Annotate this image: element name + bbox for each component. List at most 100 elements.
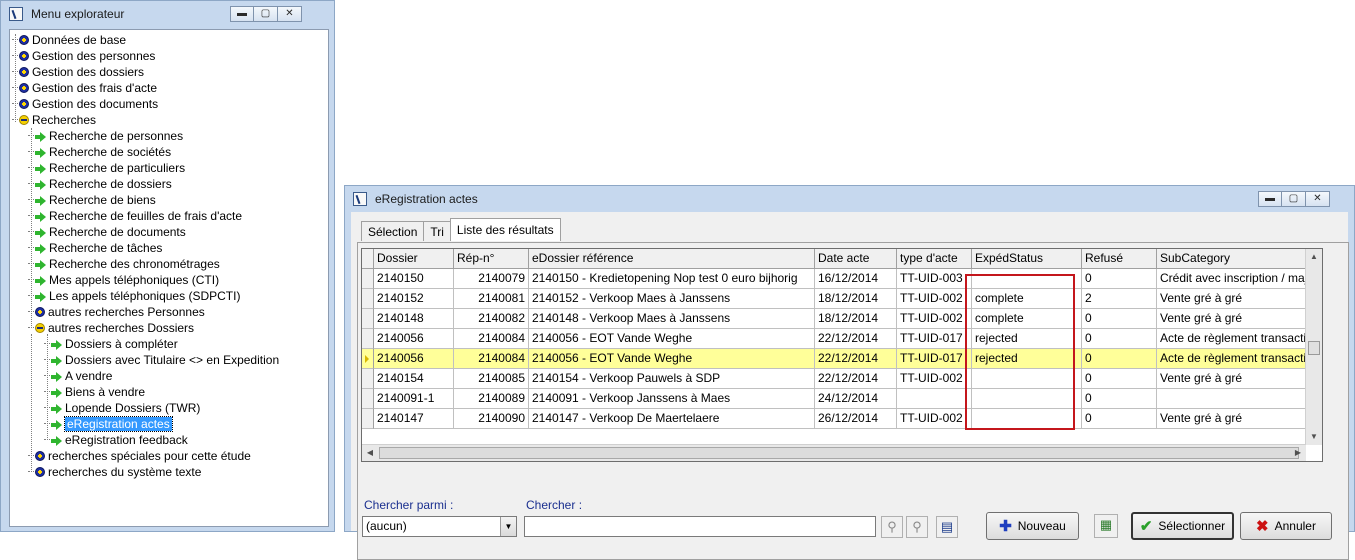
table-cell: 22/12/2014 xyxy=(815,349,897,369)
export-excel-icon[interactable]: ▦ xyxy=(1094,514,1118,538)
eregistration-titlebar[interactable]: eRegistration actes ▬ ▢ ✕ xyxy=(351,190,1346,210)
table-cell: 2140091-1 xyxy=(374,389,454,409)
column-header[interactable]: Refusé xyxy=(1082,249,1157,269)
table-row[interactable]: 2140148 2140082 2140148 - Verkoop Maes à J… xyxy=(362,309,1322,329)
tree-item[interactable]: Recherche de tâches xyxy=(28,240,162,256)
plus-icon[interactable] xyxy=(35,451,45,461)
plus-icon[interactable] xyxy=(19,67,29,77)
horizontal-scrollbar[interactable]: ◀ ▶ xyxy=(362,444,1306,461)
tree-connector xyxy=(44,375,50,377)
new-button[interactable]: ✚ Nouveau xyxy=(986,512,1079,540)
tree-item[interactable]: eRegistration feedback xyxy=(44,432,188,448)
tree-item[interactable]: Les appels téléphoniques (SDPCTI) xyxy=(28,288,240,304)
tree-item[interactable]: autres recherches Personnes xyxy=(28,304,205,320)
arrow-icon xyxy=(35,211,46,222)
plus-icon[interactable] xyxy=(19,51,29,61)
table-row[interactable]: 2140056 2140084 2140056 - EOT Vande Weghe 2… xyxy=(362,329,1322,349)
search-clear-icon[interactable]: ⚲ xyxy=(906,516,928,538)
plus-icon[interactable] xyxy=(35,307,45,317)
tree-item[interactable]: autres recherches Dossiers xyxy=(28,320,194,336)
tree-item[interactable]: Recherche de particuliers xyxy=(28,160,185,176)
row-indicator[interactable] xyxy=(362,369,374,389)
scroll-down-icon[interactable]: ▼ xyxy=(1306,429,1322,445)
plus-icon[interactable] xyxy=(19,35,29,45)
scroll-right-icon[interactable]: ▶ xyxy=(1290,445,1306,461)
vertical-scrollbar[interactable]: ▲ ▼ xyxy=(1305,249,1322,445)
plus-icon[interactable] xyxy=(19,83,29,93)
column-header[interactable]: type d'acte xyxy=(897,249,972,269)
tree-item[interactable]: Recherche de dossiers xyxy=(28,176,172,192)
scroll-up-icon[interactable]: ▲ xyxy=(1306,249,1322,265)
explorer-titlebar[interactable]: Menu explorateur ▬ ▢ ✕ xyxy=(7,5,328,25)
tree-item[interactable]: Gestion des frais d'acte xyxy=(12,80,157,96)
row-indicator[interactable] xyxy=(362,269,374,289)
tree-item[interactable]: Recherche de sociétés xyxy=(28,144,171,160)
tree-item[interactable]: Recherches xyxy=(12,112,96,128)
tree-item[interactable]: recherches spéciales pour cette étude xyxy=(28,448,251,464)
column-header[interactable]: ExpédStatus xyxy=(972,249,1082,269)
tree-item[interactable]: Recherche de personnes xyxy=(28,128,183,144)
tree-item[interactable]: Lopende Dossiers (TWR) xyxy=(44,400,200,416)
search-in-select[interactable]: (aucun) ▼ xyxy=(362,516,517,537)
tree-item[interactable]: Biens à vendre xyxy=(44,384,145,400)
plus-icon[interactable] xyxy=(19,99,29,109)
table-row[interactable]: 2140154 2140085 2140154 - Verkoop Pauwels … xyxy=(362,369,1322,389)
chevron-down-icon[interactable]: ▼ xyxy=(500,517,516,536)
maximize-button[interactable]: ▢ xyxy=(1282,191,1306,207)
table-row[interactable]: 2140152 2140081 2140152 - Verkoop Maes à J… xyxy=(362,289,1322,309)
minus-icon[interactable] xyxy=(35,323,45,333)
tree-item[interactable]: Dossiers avec Titulaire <> en Expedition xyxy=(44,352,279,368)
row-indicator[interactable] xyxy=(362,389,374,409)
column-header[interactable]: SubCategory xyxy=(1157,249,1322,269)
tree-item[interactable]: Données de base xyxy=(12,32,126,48)
minus-icon[interactable] xyxy=(19,115,29,125)
tree-item[interactable]: eRegistration actes xyxy=(44,416,173,432)
table-cell: rejected xyxy=(972,329,1082,349)
vertical-scroll-thumb[interactable] xyxy=(1308,341,1320,355)
search-input[interactable] xyxy=(524,516,876,537)
tree-item[interactable]: Gestion des documents xyxy=(12,96,158,112)
table-row[interactable]: 2140147 2140090 2140147 - Verkoop De Maert… xyxy=(362,409,1322,429)
scroll-left-icon[interactable]: ◀ xyxy=(362,445,378,461)
tab-tri[interactable]: Tri xyxy=(423,221,451,241)
row-indicator[interactable] xyxy=(362,349,374,369)
tree-item[interactable]: Mes appels téléphoniques (CTI) xyxy=(28,272,219,288)
table-cell: Acte de règlement transacti xyxy=(1157,329,1322,349)
table-row[interactable]: 2140150 2140079 2140150 - Kredietopening N… xyxy=(362,269,1322,289)
tree-item[interactable]: Recherche de feuilles de frais d'acte xyxy=(28,208,242,224)
table-row[interactable]: 2140091-1 2140089 2140091 - Verkoop Jansse… xyxy=(362,389,1322,409)
select-button[interactable]: ✔ Sélectionner xyxy=(1131,512,1234,540)
column-header[interactable]: Dossier xyxy=(374,249,454,269)
row-indicator[interactable] xyxy=(362,309,374,329)
column-header[interactable]: eDossier référence xyxy=(529,249,815,269)
print-list-icon[interactable]: ▤ xyxy=(936,516,958,538)
minimize-button[interactable]: ▬ xyxy=(1258,191,1282,207)
plus-icon[interactable] xyxy=(35,467,45,477)
horizontal-scroll-thumb[interactable] xyxy=(379,447,1299,459)
close-button[interactable]: ✕ xyxy=(278,6,302,22)
row-indicator[interactable] xyxy=(362,289,374,309)
tree-item[interactable]: Gestion des dossiers xyxy=(12,64,144,80)
table-row[interactable]: 2140056 2140084 2140056 - EOT Vande Weghe 2… xyxy=(362,349,1322,369)
tree-item-label: Lopende Dossiers (TWR) xyxy=(65,401,201,415)
row-indicator[interactable] xyxy=(362,329,374,349)
tab-selection[interactable]: Sélection xyxy=(361,221,425,241)
close-button[interactable]: ✕ xyxy=(1306,191,1330,207)
column-header[interactable]: Rép-n° xyxy=(454,249,529,269)
row-indicator[interactable] xyxy=(362,409,374,429)
tree-item[interactable]: Recherche de biens xyxy=(28,192,156,208)
tree-item[interactable]: Dossiers à compléter xyxy=(44,336,178,352)
search-person-icon[interactable]: ⚲ xyxy=(881,516,903,538)
tab-results[interactable]: Liste des résultats xyxy=(449,218,561,241)
tree-item[interactable]: recherches du système texte xyxy=(28,464,201,480)
maximize-button[interactable]: ▢ xyxy=(254,6,278,22)
cancel-button[interactable]: ✖ Annuler xyxy=(1240,512,1332,540)
tree-item[interactable]: Recherche des chronométrages xyxy=(28,256,220,272)
table-cell xyxy=(972,409,1082,429)
table-cell: 2140090 xyxy=(454,409,529,429)
minimize-button[interactable]: ▬ xyxy=(230,6,254,22)
column-header[interactable]: Date acte xyxy=(815,249,897,269)
tree-item[interactable]: Recherche de documents xyxy=(28,224,186,240)
tree-item[interactable]: A vendre xyxy=(44,368,112,384)
tree-item[interactable]: Gestion des personnes xyxy=(12,48,155,64)
